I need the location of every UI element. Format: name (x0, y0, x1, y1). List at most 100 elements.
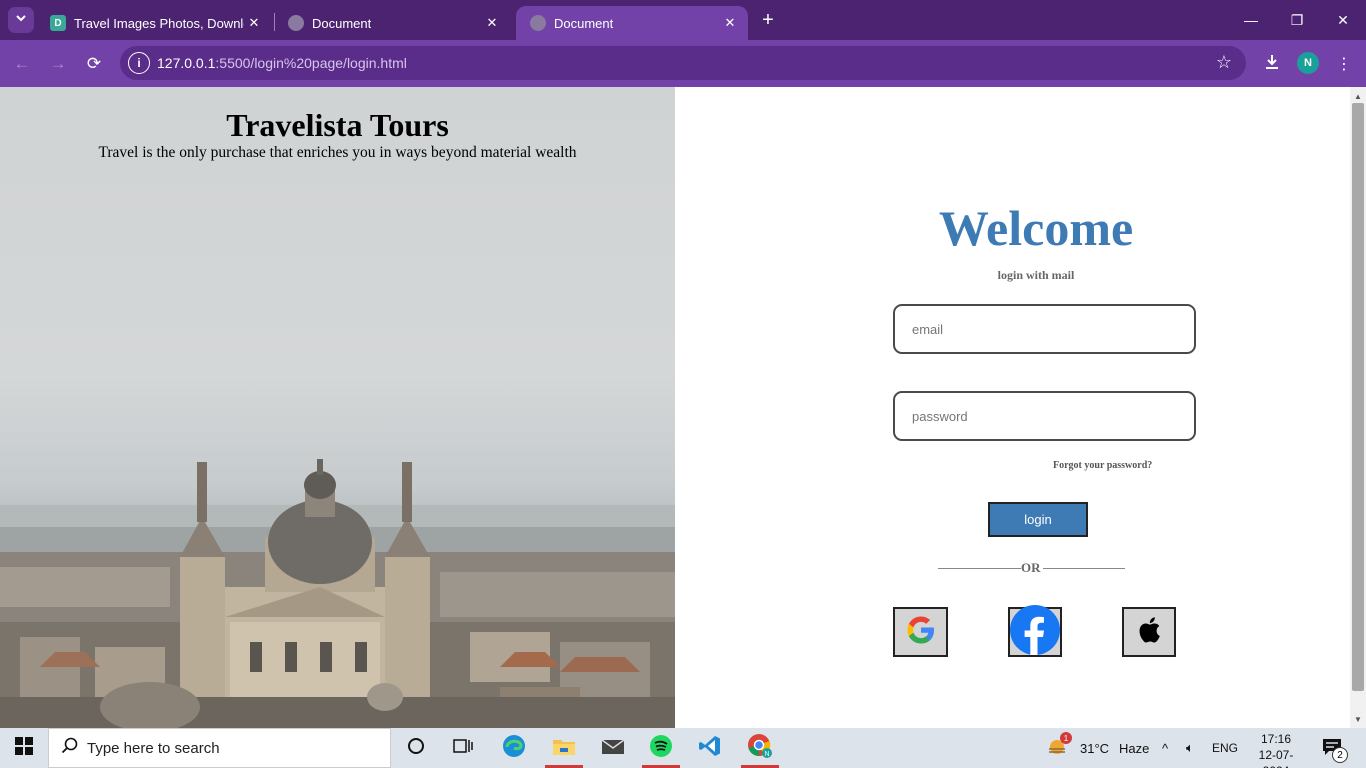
apple-icon (1137, 616, 1161, 648)
vscode-icon (698, 734, 722, 763)
profile-avatar[interactable]: N (1297, 52, 1319, 74)
login-subheading: login with mail (997, 268, 1075, 282)
vscode-taskbar-button[interactable] (687, 728, 733, 768)
folder-icon (552, 736, 576, 761)
system-clock[interactable]: 17:16 12-07-2024 (1248, 731, 1304, 768)
hero-panel: Travelista Tours Travel is the only purc… (0, 87, 675, 728)
browser-tab-strip: D Travel Images Photos, Downloa ✕ Docume… (0, 0, 1366, 40)
arrow-right-icon: → (49, 54, 67, 73)
weather-alert-badge: 1 (1060, 732, 1072, 744)
scroll-down-icon[interactable]: ▼ (1350, 712, 1366, 726)
url-text[interactable]: 127.0.0.1:5500/login%20page/login.html (157, 55, 407, 71)
login-panel: Welcome login with mail Forgot your pass… (675, 87, 1350, 728)
clock-time: 17:16 (1260, 732, 1292, 746)
weather-widget[interactable]: 1 31°C Haze (1046, 728, 1149, 768)
taskbar-search-placeholder: Type here to search (87, 739, 220, 757)
tab-title: Travel Images Photos, Downloa (74, 15, 244, 31)
hero-tagline: Travel is the only purchase that enriche… (98, 144, 577, 161)
url-host: 127.0.0.1 (157, 55, 216, 71)
mail-taskbar-button[interactable] (590, 728, 636, 768)
close-window-button[interactable]: ✕ (1320, 4, 1366, 36)
language-label: ENG (1212, 741, 1239, 755)
close-tab-icon[interactable]: ✕ (482, 13, 502, 33)
chrome-icon: N (747, 733, 773, 764)
speaker-icon: 🔈︎ (1186, 740, 1194, 755)
tab-favicon-icon: D (50, 15, 66, 31)
kebab-menu-icon: ⋮ (1336, 56, 1352, 73)
plus-icon: + (762, 8, 774, 31)
task-view-icon (453, 737, 473, 760)
tab-title: Document (554, 15, 614, 31)
download-button[interactable] (1260, 52, 1284, 76)
forgot-password-link[interactable]: Forgot your password? (1053, 460, 1152, 471)
edge-taskbar-button[interactable] (491, 728, 537, 768)
windows-logo-icon (15, 736, 33, 760)
language-indicator[interactable]: ENG (1212, 728, 1238, 768)
volume-button[interactable]: 🔈︎ (1186, 728, 1194, 768)
bookmark-star-icon[interactable]: ☆ (1216, 52, 1232, 73)
globe-icon (530, 15, 546, 31)
download-icon (1263, 53, 1281, 76)
tab-title: Document (312, 15, 372, 31)
scroll-up-icon[interactable]: ▲ (1350, 89, 1366, 103)
browser-tab-travel-images[interactable]: D Travel Images Photos, Downloa ✕ (36, 6, 272, 40)
reload-button[interactable]: ⟳ (82, 52, 106, 76)
show-hidden-icons-button[interactable]: ^ (1162, 728, 1168, 768)
login-button[interactable]: login (988, 502, 1088, 537)
new-tab-button[interactable]: + (756, 8, 780, 32)
close-tab-icon[interactable]: ✕ (244, 13, 264, 33)
mail-icon (601, 737, 625, 760)
hero-title: Travelista Tours (226, 107, 449, 143)
address-bar[interactable]: i 127.0.0.1:5500/login%20page/login.html… (120, 46, 1246, 80)
file-explorer-taskbar-button[interactable] (541, 728, 587, 768)
google-icon (905, 614, 937, 651)
clock-date: 12-07-2024 (1258, 748, 1294, 768)
restore-button[interactable]: ❐ (1274, 4, 1320, 36)
restore-icon: ❐ (1290, 11, 1304, 28)
facebook-login-button[interactable] (1008, 604, 1062, 657)
browser-menu-button[interactable]: ⋮ (1332, 52, 1356, 76)
spotify-taskbar-button[interactable] (638, 728, 684, 768)
cityscape-image (0, 459, 675, 728)
edge-icon (502, 734, 526, 763)
browser-tab-document[interactable]: Document ✕ (274, 6, 510, 40)
facebook-icon (1009, 604, 1061, 661)
email-field[interactable] (893, 304, 1196, 354)
chevron-up-icon: ^ (1162, 740, 1169, 756)
cortana-circle-icon (407, 737, 425, 760)
start-button[interactable] (0, 728, 48, 768)
welcome-heading: Welcome (938, 200, 1134, 256)
or-divider-label: OR (1021, 560, 1041, 575)
scrollbar-thumb[interactable] (1352, 103, 1364, 691)
cortana-button[interactable] (393, 728, 439, 768)
taskbar-search-box[interactable]: Type here to search (48, 728, 391, 768)
page-viewport: Travelista Tours Travel is the only purc… (0, 87, 1350, 728)
chrome-taskbar-button[interactable]: N (737, 728, 783, 768)
divider-line-left (938, 568, 1021, 569)
page-scrollbar[interactable]: ▲ ▼ (1350, 87, 1366, 728)
weather-temperature: 31°C (1080, 740, 1110, 756)
close-icon: ✕ (1337, 11, 1349, 28)
site-info-icon[interactable]: i (128, 52, 150, 74)
url-path: :5500/login%20page/login.html (215, 55, 407, 71)
browser-toolbar: ← → ⟳ i 127.0.0.1:5500/login%20page/logi… (0, 40, 1366, 87)
close-tab-icon[interactable]: ✕ (720, 13, 740, 33)
back-button[interactable]: ← (10, 52, 34, 76)
apple-login-button[interactable] (1122, 607, 1176, 657)
weather-description: Haze (1119, 740, 1150, 756)
google-login-button[interactable] (893, 607, 948, 657)
weather-haze-icon: 1 (1046, 732, 1072, 760)
tab-search-button[interactable] (8, 7, 34, 33)
reload-icon: ⟳ (86, 54, 102, 73)
password-field[interactable] (893, 391, 1196, 441)
notification-count-badge: 2 (1332, 747, 1348, 763)
divider-line-right (1043, 568, 1125, 569)
browser-tab-document-active[interactable]: Document ✕ (516, 6, 748, 40)
minimize-button[interactable]: — (1228, 4, 1274, 36)
spotify-icon (649, 734, 673, 763)
globe-icon (288, 15, 304, 31)
svg-text:N: N (764, 751, 769, 758)
task-view-button[interactable] (440, 728, 486, 768)
forward-button[interactable]: → (46, 52, 70, 76)
search-icon (61, 737, 79, 760)
